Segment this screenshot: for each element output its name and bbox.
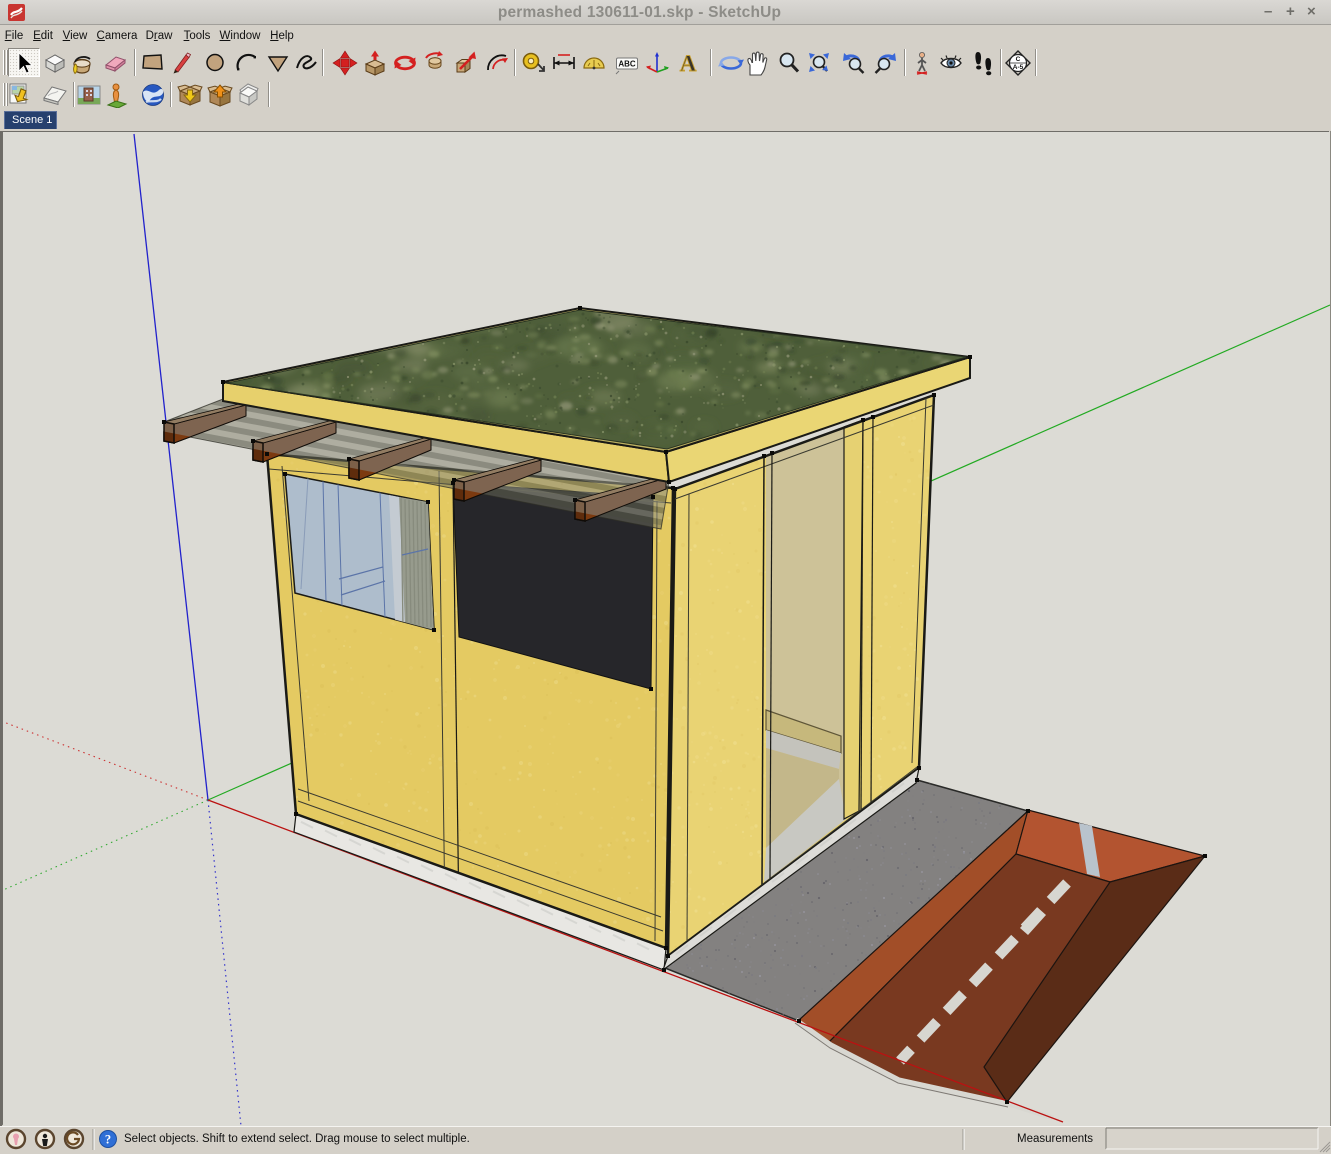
svg-text:A: A	[680, 51, 697, 76]
svg-text:?: ?	[105, 1133, 111, 1147]
svg-text:ABC: ABC	[618, 60, 636, 69]
svg-text:A-5: A-5	[1013, 64, 1024, 71]
svg-text:C: C	[1016, 56, 1021, 63]
